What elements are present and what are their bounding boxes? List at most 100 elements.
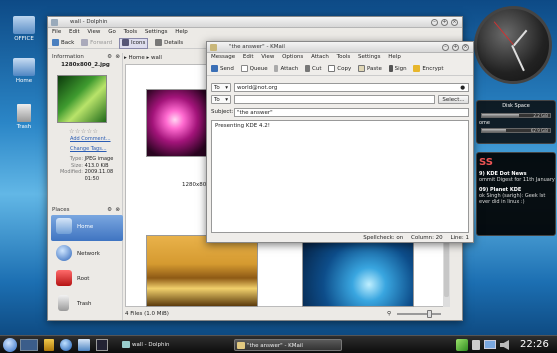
copy-button[interactable]: Copy <box>328 62 351 76</box>
close-button[interactable]: × <box>462 44 469 51</box>
queue-icon <box>240 65 248 72</box>
paperclip-icon <box>274 65 279 72</box>
menu-go[interactable]: Go <box>108 29 116 35</box>
window-menu-icon[interactable] <box>210 44 217 51</box>
launcher-files-icon[interactable] <box>78 339 90 351</box>
minimize-button[interactable]: – <box>442 44 449 51</box>
menu-file[interactable]: File <box>52 29 61 35</box>
desktop-icon-trash[interactable]: Trash <box>4 104 44 130</box>
tray-display-icon[interactable] <box>484 340 496 349</box>
send-button[interactable]: Send <box>211 62 234 76</box>
attach-button[interactable]: Attach <box>274 62 298 76</box>
clear-field-icon[interactable]: ● <box>460 84 465 92</box>
panel-settings-icon[interactable]: ⚙ <box>107 206 112 214</box>
kmail-titlebar[interactable]: "the answer" - KMail – + × <box>207 42 473 53</box>
task-dolphin[interactable]: wall - Dolphin <box>120 339 228 351</box>
tray-network-icon[interactable] <box>456 339 468 351</box>
menu-view[interactable]: View <box>261 54 274 60</box>
recipient-type-select[interactable]: To ▾ <box>211 95 231 104</box>
disk-bar: 62.9 GiB <box>481 128 551 133</box>
paste-button[interactable]: Paste <box>357 62 382 76</box>
menu-settings[interactable]: Settings <box>145 29 168 35</box>
menu-help[interactable]: Help <box>388 54 401 60</box>
close-button[interactable]: × <box>451 19 458 26</box>
dolphin-app-icon <box>122 341 130 348</box>
panel-settings-icon[interactable]: ⚙ <box>107 53 112 61</box>
panel-close-icon[interactable]: ⊗ <box>115 206 120 214</box>
window-menu-icon[interactable] <box>51 19 58 26</box>
to-address-input[interactable]: world@not.org ● <box>234 83 469 92</box>
select-recipients-button[interactable]: Select... <box>438 95 469 104</box>
sign-button[interactable]: Sign <box>388 62 407 76</box>
maximize-button[interactable]: + <box>452 44 459 51</box>
desktop-icon-home[interactable]: Home <box>4 58 44 84</box>
status-text: 4 Files (1.0 MiB) <box>125 311 169 317</box>
info-preview <box>57 75 107 123</box>
launcher-tools-icon[interactable] <box>44 339 54 351</box>
tray-volume-icon[interactable] <box>500 340 509 350</box>
widget-title: Disk Space <box>502 103 530 109</box>
zoom-out-icon[interactable]: ⚲ <box>387 308 391 320</box>
panel-title: Information <box>52 54 84 60</box>
home-folder-icon <box>13 58 35 76</box>
zoom-slider-handle[interactable] <box>427 310 432 318</box>
menu-attach[interactable]: Attach <box>311 54 329 60</box>
places-item-trash[interactable]: Trash <box>51 292 123 318</box>
menu-tools[interactable]: Tools <box>337 54 351 60</box>
menu-help[interactable]: Help <box>175 29 188 35</box>
file-thumbnail[interactable] <box>146 235 258 307</box>
file-thumbnail[interactable] <box>302 233 414 307</box>
lock-icon <box>413 65 421 72</box>
queue-button[interactable]: Queue <box>240 62 268 76</box>
encrypt-button[interactable]: Encrypt <box>413 62 444 76</box>
rating-stars[interactable]: ☆☆☆☆☆ <box>69 128 98 135</box>
launcher-browser-icon[interactable] <box>60 339 72 351</box>
scissors-icon <box>305 65 311 72</box>
cut-button[interactable]: Cut <box>305 62 322 76</box>
task-kmail[interactable]: "the answer" - KMail <box>234 339 342 351</box>
breadcrumb-item-home[interactable]: Home <box>129 55 145 61</box>
maximize-button[interactable]: + <box>441 19 448 26</box>
menu-message[interactable]: Message <box>211 54 235 60</box>
desktop-icon-office[interactable]: OFFICE <box>4 16 44 42</box>
dolphin-titlebar[interactable]: wall - Dolphin – + × <box>48 17 462 28</box>
panel-close-icon[interactable]: ⊗ <box>115 53 120 61</box>
places-item-home[interactable]: Home <box>51 215 123 241</box>
places-item-root[interactable]: Root <box>51 267 123 293</box>
kde-menu-button[interactable] <box>3 338 17 352</box>
desktop-pager[interactable] <box>20 339 38 351</box>
disk-row-label: ome <box>479 120 491 126</box>
taskbar-clock[interactable]: 22:26 <box>520 337 549 353</box>
news-item-text[interactable]: ommit Digest for 11th January <box>477 177 555 183</box>
recipient-type-select[interactable]: To ▾ <box>211 83 231 92</box>
details-view-button[interactable]: Details <box>155 37 183 49</box>
change-tags-link[interactable]: Change Tags... <box>70 146 107 152</box>
column-status: Column: 20 <box>411 235 443 241</box>
menu-options[interactable]: Options <box>282 54 303 60</box>
to-row: To ▾ Select... <box>211 95 469 104</box>
icons-view-button[interactable]: Icons <box>118 38 149 49</box>
menu-settings[interactable]: Settings <box>358 54 381 60</box>
back-button[interactable]: Back <box>52 37 74 49</box>
menu-tools[interactable]: Tools <box>124 29 138 35</box>
breadcrumb-item-current[interactable]: wall <box>151 55 162 61</box>
menu-edit[interactable]: Edit <box>69 29 80 35</box>
menu-view[interactable]: View <box>87 29 100 35</box>
file-thumbnail[interactable] <box>146 89 210 157</box>
tray-notifications-icon[interactable] <box>472 340 480 350</box>
clock-hour-hand <box>513 29 528 47</box>
forward-button[interactable]: Forward <box>81 37 112 49</box>
to-address-input[interactable] <box>234 95 435 104</box>
menu-edit[interactable]: Edit <box>243 54 254 60</box>
minimize-button[interactable]: – <box>431 19 438 26</box>
subject-input[interactable]: "the answer" <box>234 108 469 117</box>
news-widget-header: SS <box>479 157 493 168</box>
launcher-terminal-icon[interactable] <box>96 339 108 351</box>
message-body-editor[interactable]: Presenting KDE 4.2! <box>211 120 469 233</box>
kmail-composer-window[interactable]: "the answer" - KMail – + × Message Edit … <box>206 41 474 243</box>
add-comment-link[interactable]: Add Comment... <box>70 136 111 142</box>
news-item-text[interactable]: ever did in linux :) <box>477 199 555 205</box>
trash-icon <box>58 295 69 311</box>
places-item-network[interactable]: Network <box>51 242 123 268</box>
zoom-slider[interactable] <box>397 310 441 318</box>
